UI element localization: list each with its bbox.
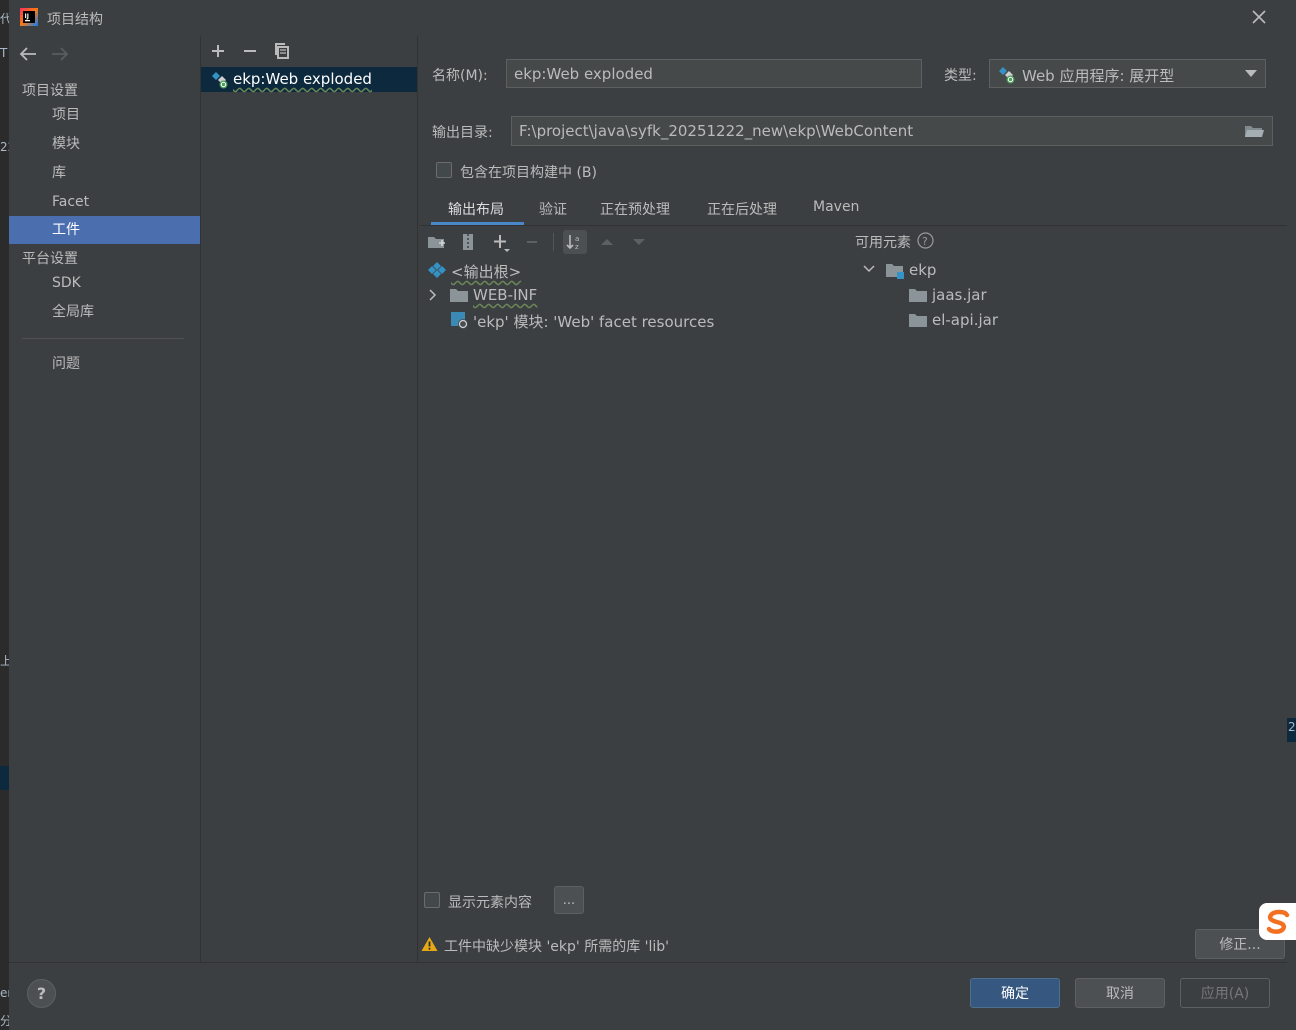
include-in-build-checkbox[interactable] — [436, 162, 452, 178]
folder-icon — [909, 287, 927, 303]
web-artifact-icon — [211, 71, 229, 89]
remove-element-icon[interactable] — [521, 231, 543, 253]
copy-icon[interactable] — [271, 40, 293, 62]
available-module-node[interactable]: ekp — [909, 261, 936, 279]
show-content-checkbox[interactable] — [424, 892, 440, 908]
new-folder-icon[interactable] — [425, 231, 447, 253]
artifact-name: ekp:Web exploded — [233, 70, 372, 88]
project-settings-heading: 项目设置 — [22, 83, 78, 99]
sogou-ime-icon[interactable] — [1259, 903, 1296, 940]
svg-text:a: a — [575, 235, 579, 243]
background-window-edge: 代 T 22 上 er 分 — [0, 0, 15, 1030]
more-options-button[interactable]: ... — [554, 886, 584, 914]
tab-divider — [419, 225, 1287, 226]
tab-output-layout[interactable]: 输出布局 — [448, 199, 504, 219]
folder-icon — [909, 312, 927, 328]
move-up-icon[interactable] — [596, 231, 618, 253]
warning-icon — [421, 936, 438, 952]
remove-icon[interactable] — [239, 40, 261, 62]
edge-highlight — [0, 766, 9, 790]
name-label: 名称(M): — [432, 68, 488, 84]
background-window-edge-right: 2 5 — [1287, 36, 1296, 1030]
toolbar-separator — [553, 233, 554, 251]
sort-alphabetically-icon[interactable]: az — [563, 230, 587, 254]
nav-item-sdk[interactable]: SDK — [9, 269, 200, 297]
available-jar-node[interactable]: jaas.jar — [932, 286, 987, 304]
close-icon[interactable] — [1248, 6, 1270, 28]
folder-icon — [450, 287, 468, 303]
edge-fragment: T — [0, 46, 8, 60]
module-facet-icon — [451, 312, 469, 329]
tab-post-processing[interactable]: 正在后处理 — [707, 199, 777, 219]
browse-folder-icon[interactable] — [1244, 123, 1264, 139]
type-value: Web 应用程序: 展开型 — [1022, 67, 1175, 85]
edge-fragment: 2 — [1288, 720, 1296, 734]
include-in-build-label: 包含在项目构建中 (B) — [460, 165, 597, 181]
svg-text:IJ: IJ — [25, 13, 29, 20]
forward-arrow-icon[interactable] — [49, 44, 71, 64]
web-inf-node[interactable]: WEB-INF — [473, 286, 537, 304]
nav-item-project[interactable]: 项目 — [9, 101, 200, 129]
intellij-app-icon: IJ — [20, 8, 38, 26]
create-archive-icon[interactable] — [457, 231, 479, 253]
nav-item-facets[interactable]: Facet — [9, 188, 200, 216]
output-dir-input[interactable]: F:\project\java\syfk_20251222_new\ekp\We… — [511, 116, 1273, 146]
tab-validation[interactable]: 验证 — [539, 199, 567, 219]
ok-button[interactable]: 确定 — [970, 978, 1060, 1008]
svg-text:z: z — [575, 243, 579, 251]
tab-pre-processing[interactable]: 正在预处理 — [600, 199, 670, 219]
warning-message: 工件中缺少模块 'ekp' 所需的库 'lib' — [444, 939, 670, 955]
add-copy-of-icon[interactable] — [489, 231, 511, 253]
output-root-icon — [428, 262, 446, 278]
web-artifact-icon — [998, 66, 1016, 84]
add-icon[interactable] — [207, 40, 229, 62]
nav-item-problems[interactable]: 问题 — [9, 350, 200, 378]
back-arrow-icon[interactable] — [17, 44, 39, 64]
show-content-label: 显示元素内容 — [448, 895, 532, 911]
name-input[interactable]: ekp:Web exploded — [506, 59, 922, 88]
chevron-right-icon[interactable] — [428, 289, 438, 301]
help-circle-icon[interactable]: ? — [917, 232, 934, 249]
cancel-button[interactable]: 取消 — [1075, 978, 1165, 1008]
window-title: 项目结构 — [47, 12, 103, 28]
artifact-list-pane — [200, 36, 418, 962]
output-dir-value: F:\project\java\syfk_20251222_new\ekp\We… — [519, 122, 914, 140]
chevron-down-icon[interactable] — [863, 264, 875, 274]
type-label: 类型: — [944, 68, 977, 84]
nav-divider — [22, 338, 184, 339]
output-dir-label: 输出目录: — [432, 125, 493, 141]
chevron-down-icon — [1245, 70, 1257, 78]
facet-resources-node[interactable]: 'ekp' 模块: 'Web' facet resources — [473, 311, 714, 332]
nav-item-artifacts[interactable]: 工件 — [9, 216, 200, 244]
apply-button[interactable]: 应用(A) — [1180, 978, 1270, 1008]
help-button[interactable]: ? — [27, 979, 56, 1008]
svg-text:?: ? — [922, 235, 928, 248]
tab-maven[interactable]: Maven — [813, 199, 859, 215]
nav-item-global-libraries[interactable]: 全局库 — [9, 298, 200, 326]
nav-item-modules[interactable]: 模块 — [9, 130, 200, 158]
available-jar-node[interactable]: el-api.jar — [932, 311, 998, 329]
nav-item-libraries[interactable]: 库 — [9, 159, 200, 187]
output-root-node[interactable]: <输出根> — [451, 261, 521, 282]
type-select[interactable]: Web 应用程序: 展开型 — [989, 59, 1266, 88]
module-folder-icon — [886, 262, 904, 279]
title-bar — [9, 0, 1296, 36]
platform-settings-heading: 平台设置 — [22, 251, 78, 267]
name-value: ekp:Web exploded — [514, 64, 653, 83]
available-elements-label: 可用元素 — [855, 235, 911, 251]
move-down-icon[interactable] — [628, 231, 650, 253]
